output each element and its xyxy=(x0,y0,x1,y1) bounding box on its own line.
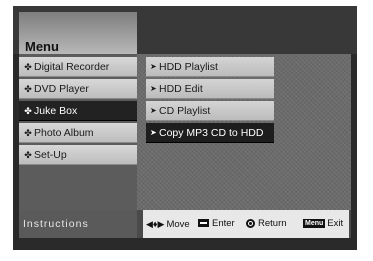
submenu-item-hdd-playlist[interactable]: ➤ HDD Playlist xyxy=(146,57,274,77)
bullet-icon: ✤ xyxy=(24,106,32,116)
menu-item-label: Set-Up xyxy=(34,149,67,161)
menu-item-label: Digital Recorder xyxy=(34,61,110,73)
exit-label: Exit xyxy=(327,218,344,229)
main-menu-panel: ✤ Digital Recorder ✤ DVD Player ✤ Juke B… xyxy=(19,54,137,210)
submenu-item-hdd-edit[interactable]: ➤ HDD Edit xyxy=(146,79,274,99)
menu-key-icon: Menu xyxy=(303,218,326,228)
menu-item-set-up[interactable]: ✤ Set-Up xyxy=(19,145,137,165)
bullet-icon: ✤ xyxy=(24,62,32,72)
return-label: Return xyxy=(258,218,287,229)
return-hint: Return xyxy=(246,210,287,238)
menu-area: ✤ Digital Recorder ✤ DVD Player ✤ Juke B… xyxy=(19,54,351,210)
menu-title: Menu xyxy=(25,39,59,54)
menu-screen: Menu ✤ Digital Recorder ✤ DVD Player ✤ J… xyxy=(13,6,357,250)
submenu-item-label: CD Playlist xyxy=(159,105,211,117)
enter-hint: Enter xyxy=(198,210,235,238)
enter-icon xyxy=(198,219,209,228)
submenu-item-label: Copy MP3 CD to HDD xyxy=(159,127,264,139)
menu-item-photo-album[interactable]: ✤ Photo Album xyxy=(19,123,137,143)
key-hints: ◀♦▶ Move Enter Return Menu Exit xyxy=(143,210,349,238)
instructions-label-box: Instructions xyxy=(19,210,137,238)
arrow-right-icon: ➤ xyxy=(150,128,157,137)
menu-item-juke-box[interactable]: ✤ Juke Box xyxy=(19,101,137,121)
arrow-right-icon: ➤ xyxy=(150,84,157,93)
move-hint: ◀♦▶ Move xyxy=(146,210,190,239)
bottom-strip xyxy=(13,238,357,250)
exit-hint: Menu Exit xyxy=(303,210,343,238)
menu-item-label: Juke Box xyxy=(34,105,78,117)
submenu-item-label: HDD Edit xyxy=(159,83,203,95)
return-icon xyxy=(246,218,255,228)
arrow-right-icon: ➤ xyxy=(150,106,157,115)
arrow-right-icon: ➤ xyxy=(150,62,157,71)
menu-item-label: Photo Album xyxy=(34,127,94,139)
header-bar: Menu xyxy=(13,6,357,54)
instructions-bar: Instructions ◀♦▶ Move Enter Return Menu Ex… xyxy=(19,210,351,238)
bullet-icon: ✤ xyxy=(24,150,32,160)
bullet-icon: ✤ xyxy=(24,84,32,94)
menu-item-label: DVD Player xyxy=(34,83,89,95)
submenu-item-cd-playlist[interactable]: ➤ CD Playlist xyxy=(146,101,274,121)
enter-label: Enter xyxy=(212,218,235,229)
move-arrows-icon: ◀♦▶ xyxy=(146,219,165,229)
bullet-icon: ✤ xyxy=(24,128,32,138)
instructions-label: Instructions xyxy=(23,218,89,230)
menu-item-dvd-player[interactable]: ✤ DVD Player xyxy=(19,79,137,99)
menu-title-box: Menu xyxy=(19,12,137,54)
submenu-item-label: HDD Playlist xyxy=(159,61,218,73)
submenu-item-copy-mp3[interactable]: ➤ Copy MP3 CD to HDD xyxy=(146,123,274,143)
move-label: Move xyxy=(166,219,190,230)
menu-item-digital-recorder[interactable]: ✤ Digital Recorder xyxy=(19,57,137,77)
